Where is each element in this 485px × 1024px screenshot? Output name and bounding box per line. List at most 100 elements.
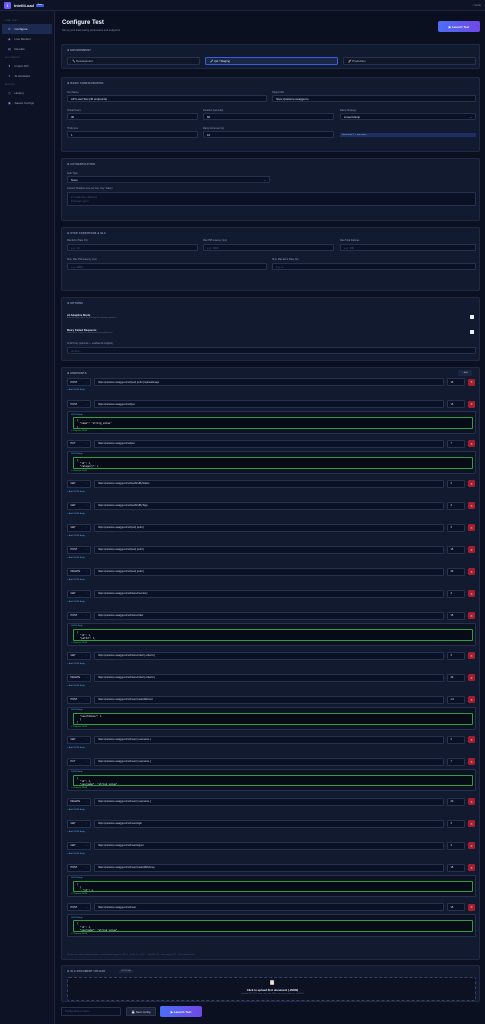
delete-endpoint-icon[interactable]: ✕ <box>468 820 475 827</box>
endpoint-weight-input[interactable]: 3 <box>447 735 465 744</box>
env-qa-staging-button[interactable]: 🧪 QA / Staging <box>205 57 338 65</box>
json-body-editor[interactable]: [ { "id": 1, <box>73 880 473 893</box>
endpoint-weight-input[interactable]: 15 <box>447 903 465 912</box>
sidebar-item-live-monitor[interactable]: ◉ Live Monitor <box>2 34 52 44</box>
endpoint-url-input[interactable]: https://petstore.swagger.io/v2/user/crea… <box>94 863 444 872</box>
json-body-editor[interactable]: { "id": 1, "username": "string_value", <box>73 774 473 787</box>
method-select[interactable]: GET ⌄ <box>67 589 91 598</box>
delete-endpoint-icon[interactable]: ✕ <box>468 842 475 849</box>
sidebar-item-results[interactable]: ▤ Results <box>2 44 52 54</box>
endpoint-url-input[interactable]: https://petstore.swagger.io/v2/pet <box>94 439 444 448</box>
max-error-rate-input[interactable]: e.g. 10 <box>67 244 198 251</box>
sidebar-item-ai-assistant[interactable]: ✦ AI Assistant <box>2 71 52 81</box>
think-time-input[interactable]: 1 <box>67 131 198 138</box>
endpoint-weight-input[interactable]: 3 <box>447 841 465 850</box>
guide-link[interactable]: < Guide <box>473 4 481 7</box>
method-select[interactable]: GET ⌄ <box>67 523 91 532</box>
duration-input[interactable]: 60 <box>203 113 334 120</box>
delete-endpoint-icon[interactable]: ✕ <box>468 502 475 510</box>
delete-endpoint-icon[interactable]: ✕ <box>468 736 475 744</box>
endpoint-url-input[interactable]: https://petstore.swagger.io/v2/user <box>94 903 444 912</box>
endpoint-weight-input[interactable]: 3 <box>447 819 465 828</box>
delete-endpoint-icon[interactable]: ✕ <box>468 480 475 488</box>
endpoint-weight-input[interactable]: 20 <box>447 673 465 682</box>
sla-p99-input[interactable]: e.g. 2000 <box>67 263 267 270</box>
endpoint-weight-input[interactable]: 15 <box>447 400 465 408</box>
delete-endpoint-icon[interactable]: ✕ <box>468 864 475 871</box>
endpoint-url-input[interactable]: https://petstore.swagger.io/v2/user/{ us… <box>94 735 444 744</box>
json-body-editor[interactable]: { "name": "string_value" } <box>73 417 473 429</box>
adaptive-mode-checkbox[interactable] <box>470 315 474 319</box>
test-name-input[interactable]: API Load Test (30 endpoints) <box>67 95 267 102</box>
method-select[interactable]: DELETE ⌄ <box>67 567 91 576</box>
add-json-body-button[interactable]: + Add JSON Body <box>67 389 85 391</box>
add-json-body-button[interactable]: + Add JSON Body <box>67 535 85 537</box>
method-select[interactable]: PUT ⌄ <box>67 757 91 766</box>
method-select[interactable]: GET ⌄ <box>67 479 91 488</box>
endpoint-url-input[interactable]: https://petstore.swagger.io/v2/store/inv… <box>94 589 444 598</box>
max-failures-input[interactable]: e.g. 100 <box>340 244 476 251</box>
remove-json-body-button[interactable]: ✕ Remove JSON <box>71 787 87 789</box>
endpoint-url-input[interactable]: https://petstore.swagger.io/v2/store/ord… <box>94 651 444 660</box>
method-select[interactable]: POST ⌄ <box>67 695 91 704</box>
sla-error-rate-input[interactable]: e.g. 1 <box>272 263 476 270</box>
method-select[interactable]: GET ⌄ <box>67 651 91 660</box>
method-select[interactable]: GET ⌄ <box>67 735 91 744</box>
launch-test-button[interactable]: ▶ Launch Test <box>438 21 480 32</box>
endpoint-url-input[interactable]: https://petstore.swagger.io/v2/user/crea… <box>94 695 444 704</box>
endpoint-url-input[interactable]: https://petstore.swagger.io/v2/pet/findB… <box>94 479 444 488</box>
delete-endpoint-icon[interactable]: ✕ <box>468 758 475 766</box>
endpoint-url-input[interactable]: https://petstore.swagger.io/v2/user/{ us… <box>94 797 444 806</box>
delete-endpoint-icon[interactable]: ✕ <box>468 524 475 532</box>
remove-json-body-button[interactable]: ✕ Remove JSON <box>71 726 87 728</box>
env-development-button[interactable]: 🔧 Development <box>67 57 200 65</box>
method-select[interactable]: GET ⌄ <box>67 841 91 850</box>
add-json-body-button[interactable]: + Add JSON Body <box>67 809 85 811</box>
endpoint-url-input[interactable]: https://petstore.swagger.io/v2/user/logo… <box>94 841 444 850</box>
launch-test-bottom-button[interactable]: ▶ Launch Test <box>160 1006 202 1017</box>
add-json-body-button[interactable]: + Add JSON Body <box>67 663 85 665</box>
delete-endpoint-icon[interactable]: ✕ <box>468 400 475 408</box>
target-url-input[interactable]: https://petstore.swagger.io <box>272 95 476 102</box>
method-select[interactable]: POST ⌄ <box>67 545 91 554</box>
delete-endpoint-icon[interactable]: ✕ <box>468 546 475 554</box>
virtual-users-input[interactable]: 30 <box>67 113 198 120</box>
endpoint-weight-input[interactable]: 15 <box>447 545 465 554</box>
method-select[interactable]: POST ⌄ <box>67 378 91 386</box>
add-json-body-button[interactable]: + Add JSON Body <box>67 853 85 855</box>
env-production-button[interactable]: 🚀 Production <box>343 57 476 65</box>
endpoint-weight-input[interactable]: 7 <box>447 757 465 766</box>
delete-endpoint-icon[interactable]: ✕ <box>468 612 475 620</box>
delete-endpoint-icon[interactable]: ✕ <box>468 903 475 911</box>
sidebar-item-history[interactable]: ◷ History <box>2 88 52 98</box>
endpoint-weight-input[interactable]: 3 <box>447 479 465 488</box>
save-config-button[interactable]: 💾 Save Config <box>126 1007 156 1016</box>
json-body-editor[interactable]: { "id": 1, "username": "string_value", <box>73 920 473 933</box>
method-select[interactable]: DELETE ⌄ <box>67 673 91 682</box>
endpoint-weight-input[interactable]: 15 <box>447 611 465 620</box>
endpoint-weight-input[interactable]: 20 <box>447 797 465 806</box>
delete-endpoint-icon[interactable]: ✕ <box>468 798 475 805</box>
delete-endpoint-icon[interactable]: ✕ <box>468 378 475 386</box>
method-select[interactable]: POST ⌄ <box>67 400 91 408</box>
custom-headers-textarea[interactable]: # X-Api-Key: abc123 # Accept: json <box>67 192 476 206</box>
max-p95-input[interactable]: e.g. 3000 <box>203 244 334 251</box>
delete-endpoint-icon[interactable]: ✕ <box>468 696 475 704</box>
delete-endpoint-icon[interactable]: ✕ <box>468 590 475 598</box>
method-select[interactable]: POST ⌄ <box>67 611 91 620</box>
ramp-strategy-select[interactable]: Linear Ramp ⌄ <box>340 113 476 120</box>
remove-json-body-button[interactable]: ✕ Remove JSON <box>71 430 87 432</box>
retry-checkbox[interactable] <box>470 330 474 334</box>
endpoint-weight-input[interactable]: 3 <box>447 501 465 510</box>
add-json-body-button[interactable]: + Add JSON Body <box>67 579 85 581</box>
sidebar-item-configure[interactable]: ⚙ Configure <box>2 24 52 34</box>
endpoint-url-input[interactable]: https://petstore.swagger.io/v2/store/ord… <box>94 611 444 620</box>
remove-json-body-button[interactable]: ✕ Remove JSON <box>71 642 87 644</box>
method-select[interactable]: POST ⌄ <box>67 863 91 872</box>
add-json-body-button[interactable]: + Add JSON Body <box>67 557 85 559</box>
endpoint-weight-input[interactable]: 3 <box>447 651 465 660</box>
sla-upload-dropzone[interactable]: 📋 Click to upload SLA document (.JSON) I… <box>67 977 476 1001</box>
ramp-increment-input[interactable]: 10 <box>203 131 334 138</box>
add-json-body-button[interactable]: + Add JSON Body <box>67 747 85 749</box>
add-json-body-button[interactable]: + Add JSON Body <box>67 513 85 515</box>
